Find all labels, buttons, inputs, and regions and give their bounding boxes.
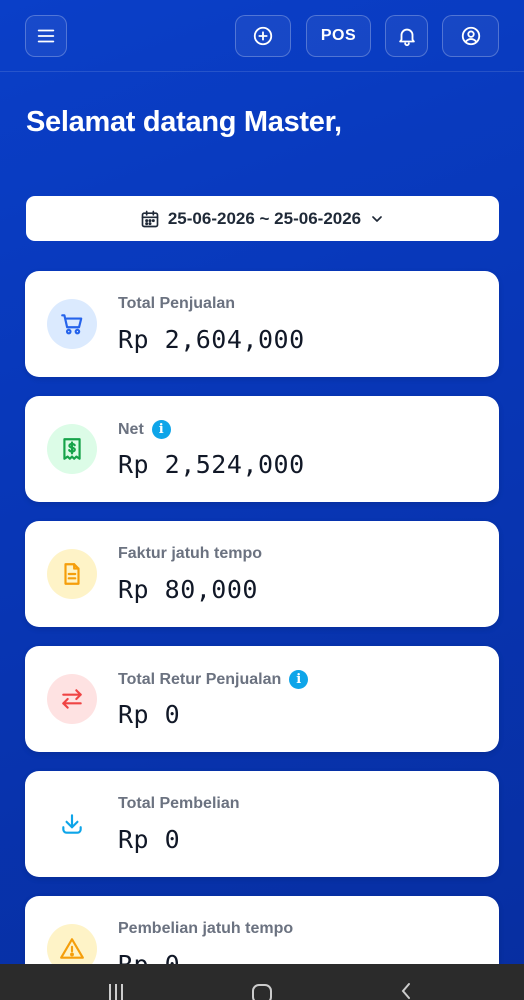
info-icon[interactable]: i (289, 670, 309, 689)
chevron-down-icon (372, 215, 382, 222)
stat-card-total-retur-penjualan[interactable]: Total Retur Penjualan i Rp 0 (25, 646, 499, 752)
notifications-button[interactable] (385, 15, 428, 57)
home-icon[interactable] (251, 982, 273, 1000)
stat-value: Rp 2,604,000 (118, 325, 305, 354)
back-icon[interactable] (398, 982, 414, 1000)
document-icon (47, 549, 97, 599)
cart-icon (47, 299, 97, 349)
pos-button[interactable]: POS (306, 15, 371, 57)
stat-value: Rp 80,000 (118, 575, 258, 604)
date-range-text: 25-06-2026 ~ 25-06-2026 (167, 208, 362, 228)
calendar-icon (141, 210, 159, 227)
date-range-picker[interactable]: 25-06-2026 ~ 25-06-2026 (26, 196, 499, 241)
receipt-dollar-icon (47, 424, 97, 474)
user-circle-icon (461, 26, 480, 46)
top-bar: POS (0, 0, 524, 72)
stat-card-total-penjualan[interactable]: Total Penjualan Rp 2,604,000 (25, 271, 499, 377)
welcome-heading: Selamat datang Master, (26, 106, 342, 138)
profile-button[interactable] (442, 15, 499, 57)
system-navigation-bar (0, 964, 524, 1000)
swap-arrows-icon (47, 674, 97, 724)
bell-icon (398, 28, 415, 47)
stat-title: Pembelian jatuh tempo (118, 920, 294, 937)
stat-value: Rp 2,524,000 (118, 450, 305, 479)
stat-title: Total Penjualan (118, 295, 236, 312)
stat-title: Faktur jatuh tempo (118, 545, 263, 562)
add-button[interactable] (235, 15, 291, 57)
stat-title: Total Pembelian (118, 795, 240, 812)
info-icon[interactable]: i (151, 420, 171, 439)
menu-button[interactable] (25, 15, 67, 57)
download-icon (47, 799, 97, 849)
stat-title: Total Retur Penjualan i (118, 670, 309, 689)
stat-value: Rp 0 (118, 825, 181, 854)
stat-value: Rp 0 (118, 700, 181, 729)
pos-label: POS (320, 27, 357, 44)
stat-card-faktur-jatuh-tempo[interactable]: Faktur jatuh tempo Rp 80,000 (25, 521, 499, 627)
stat-title: Net i (118, 420, 171, 439)
stat-card-net[interactable]: Net i Rp 2,524,000 (25, 396, 499, 502)
plus-circle-icon (253, 26, 273, 46)
recent-apps-icon[interactable] (106, 982, 126, 1000)
stat-card-total-pembelian[interactable]: Total Pembelian Rp 0 (25, 771, 499, 877)
hamburger-icon (37, 29, 55, 43)
